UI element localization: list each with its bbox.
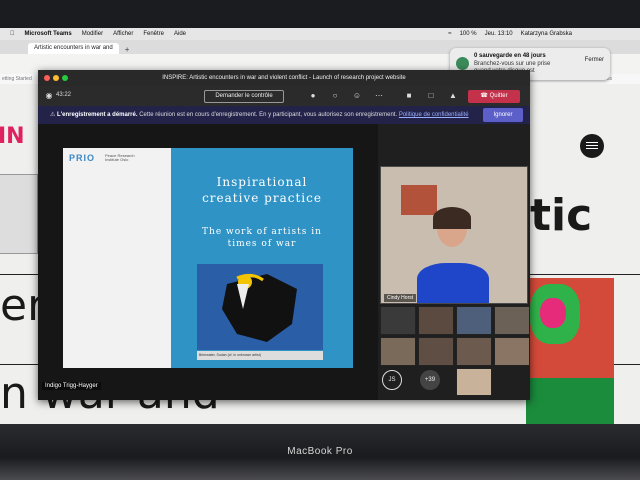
laptop-brand-label: MacBook Pro	[287, 446, 353, 457]
site-heading-fragment-1: tic	[530, 190, 593, 241]
menubar-app-name[interactable]: Microsoft Teams	[25, 31, 72, 37]
participant-video-tile[interactable]	[456, 368, 492, 396]
participant-video-tile[interactable]	[418, 337, 454, 366]
site-logo-partial: IN	[0, 124, 25, 149]
bookmark-getting-started[interactable]: etting Started	[2, 76, 32, 82]
wall-painting	[401, 185, 437, 215]
participant-video-tile[interactable]	[494, 337, 530, 366]
clock[interactable]: Jeu. 13:10	[485, 31, 513, 37]
participant-video-tile[interactable]	[380, 306, 416, 335]
menu-hamburger-icon[interactable]	[580, 134, 604, 158]
close-window-icon[interactable]	[44, 75, 50, 81]
timemachine-icon	[456, 57, 469, 70]
participant-name-label: Cindy Horst	[384, 294, 417, 302]
artwork-pink-face	[540, 298, 566, 328]
slide-subtitle-line1: The work of artists in	[202, 227, 322, 237]
shared-screen-area: PRIO Peace Research Institute Oslo Inspi…	[38, 124, 378, 400]
shield-icon: ◉	[45, 91, 53, 100]
artwork-caption: Brimwater, Sudan (cf. in unknown artist)	[197, 351, 323, 360]
microphone-muted-icon[interactable]: □	[426, 91, 436, 101]
zoom-window-icon[interactable]	[62, 75, 68, 81]
reactions-icon[interactable]: ☺	[352, 91, 362, 101]
site-illustration	[0, 174, 38, 254]
slide-left-panel: PRIO Peace Research Institute Oslo	[63, 148, 171, 368]
recording-message: Cette réunion est en cours d'enregistrem…	[139, 112, 398, 118]
recording-banner: ⚠ L'enregistrement a démarré. Cette réun…	[38, 106, 530, 124]
teams-window-titlebar: INSPIRE: Artistic encounters in war and …	[38, 70, 530, 86]
leave-meeting-button[interactable]: ☎ Quitter	[468, 90, 520, 103]
participant-video-tile[interactable]	[456, 306, 492, 335]
menu-afficher[interactable]: Afficher	[113, 31, 133, 37]
artwork-map-illustration	[222, 273, 297, 342]
artwork-lower-panel	[526, 378, 614, 424]
participant-video-tile[interactable]	[494, 306, 530, 335]
participant-shirt	[417, 263, 489, 303]
user-name[interactable]: Katarzyna Grabska	[521, 31, 572, 37]
more-participants-button[interactable]: +39	[420, 370, 440, 390]
slide-subtitle-line2: times of war	[227, 239, 297, 249]
battery-percent[interactable]: 100 %	[460, 31, 477, 37]
browser-tab-title: Artistic encounters in war and	[34, 45, 113, 51]
participant-video-main[interactable]	[380, 166, 528, 304]
presentation-slide: PRIO Peace Research Institute Oslo Inspi…	[63, 148, 353, 368]
notification-title: 0 sauvegarde en 48 jours	[474, 53, 546, 59]
participant-video-tile[interactable]	[380, 337, 416, 366]
meeting-timer: 43:22	[56, 92, 72, 98]
slide-title: Inspirational creative practice	[171, 174, 353, 206]
more-options-icon[interactable]: ⋯	[374, 91, 384, 101]
slide-title-line2: creative practice	[202, 191, 322, 205]
minimize-window-icon[interactable]	[53, 75, 59, 81]
slide-right-panel: Inspirational creative practice The work…	[171, 148, 353, 368]
photo-stage:  Microsoft Teams Modifier Afficher Fenê…	[0, 0, 640, 480]
menu-fenetre[interactable]: Fenêtre	[143, 31, 164, 37]
meeting-title: INSPIRE: Artistic encounters in war and …	[162, 75, 406, 81]
slide-subtitle: The work of artists in times of war	[171, 226, 353, 250]
prio-logo: PRIO	[69, 153, 96, 163]
phone-icon: ☎	[480, 93, 490, 99]
share-screen-icon[interactable]: ▲	[448, 91, 458, 101]
notification-close-button[interactable]: Fermer	[585, 57, 604, 63]
new-tab-icon[interactable]: +	[125, 45, 130, 54]
browser-tab[interactable]: Artistic encounters in war and	[28, 43, 119, 54]
privacy-policy-link[interactable]: Politique de confidentialité	[399, 112, 469, 118]
menu-aide[interactable]: Aide	[174, 31, 186, 37]
chat-icon[interactable]: ○	[330, 91, 340, 101]
participant-avatar[interactable]: JS	[382, 370, 402, 390]
laptop-screen:  Microsoft Teams Modifier Afficher Fenê…	[0, 28, 640, 424]
mac-menubar:  Microsoft Teams Modifier Afficher Fenê…	[0, 28, 640, 40]
warning-icon: ⚠	[50, 112, 58, 118]
leave-label: Quitter	[489, 93, 508, 99]
participant-video-tile[interactable]	[456, 337, 492, 366]
slide-artwork-image	[197, 264, 323, 350]
participant-video-tile[interactable]	[418, 306, 454, 335]
apple-icon[interactable]: 	[10, 31, 15, 37]
meeting-toolbar: ◉ 43:22 Demander le contrôle ● ○ ☺ ⋯ ■ □…	[38, 86, 530, 106]
prio-logo-subtitle: Peace Research Institute Oslo	[105, 153, 135, 162]
ignore-button[interactable]: Ignorer	[483, 108, 523, 122]
recording-heading: L'enregistrement a démarré.	[57, 112, 138, 118]
wifi-icon[interactable]: ≈	[448, 31, 451, 37]
menu-modifier[interactable]: Modifier	[82, 31, 103, 37]
participants-icon[interactable]: ●	[308, 91, 318, 101]
site-artwork-collage	[526, 278, 614, 424]
slide-title-line1: Inspirational	[216, 175, 308, 189]
teams-meeting-window: INSPIRE: Artistic encounters in war and …	[38, 70, 530, 400]
presenter-name-label: Indigo Trigg-Hayger	[42, 382, 101, 390]
camera-icon[interactable]: ■	[404, 91, 414, 101]
participant-hair	[433, 207, 471, 229]
request-control-button[interactable]: Demander le contrôle	[204, 90, 284, 103]
